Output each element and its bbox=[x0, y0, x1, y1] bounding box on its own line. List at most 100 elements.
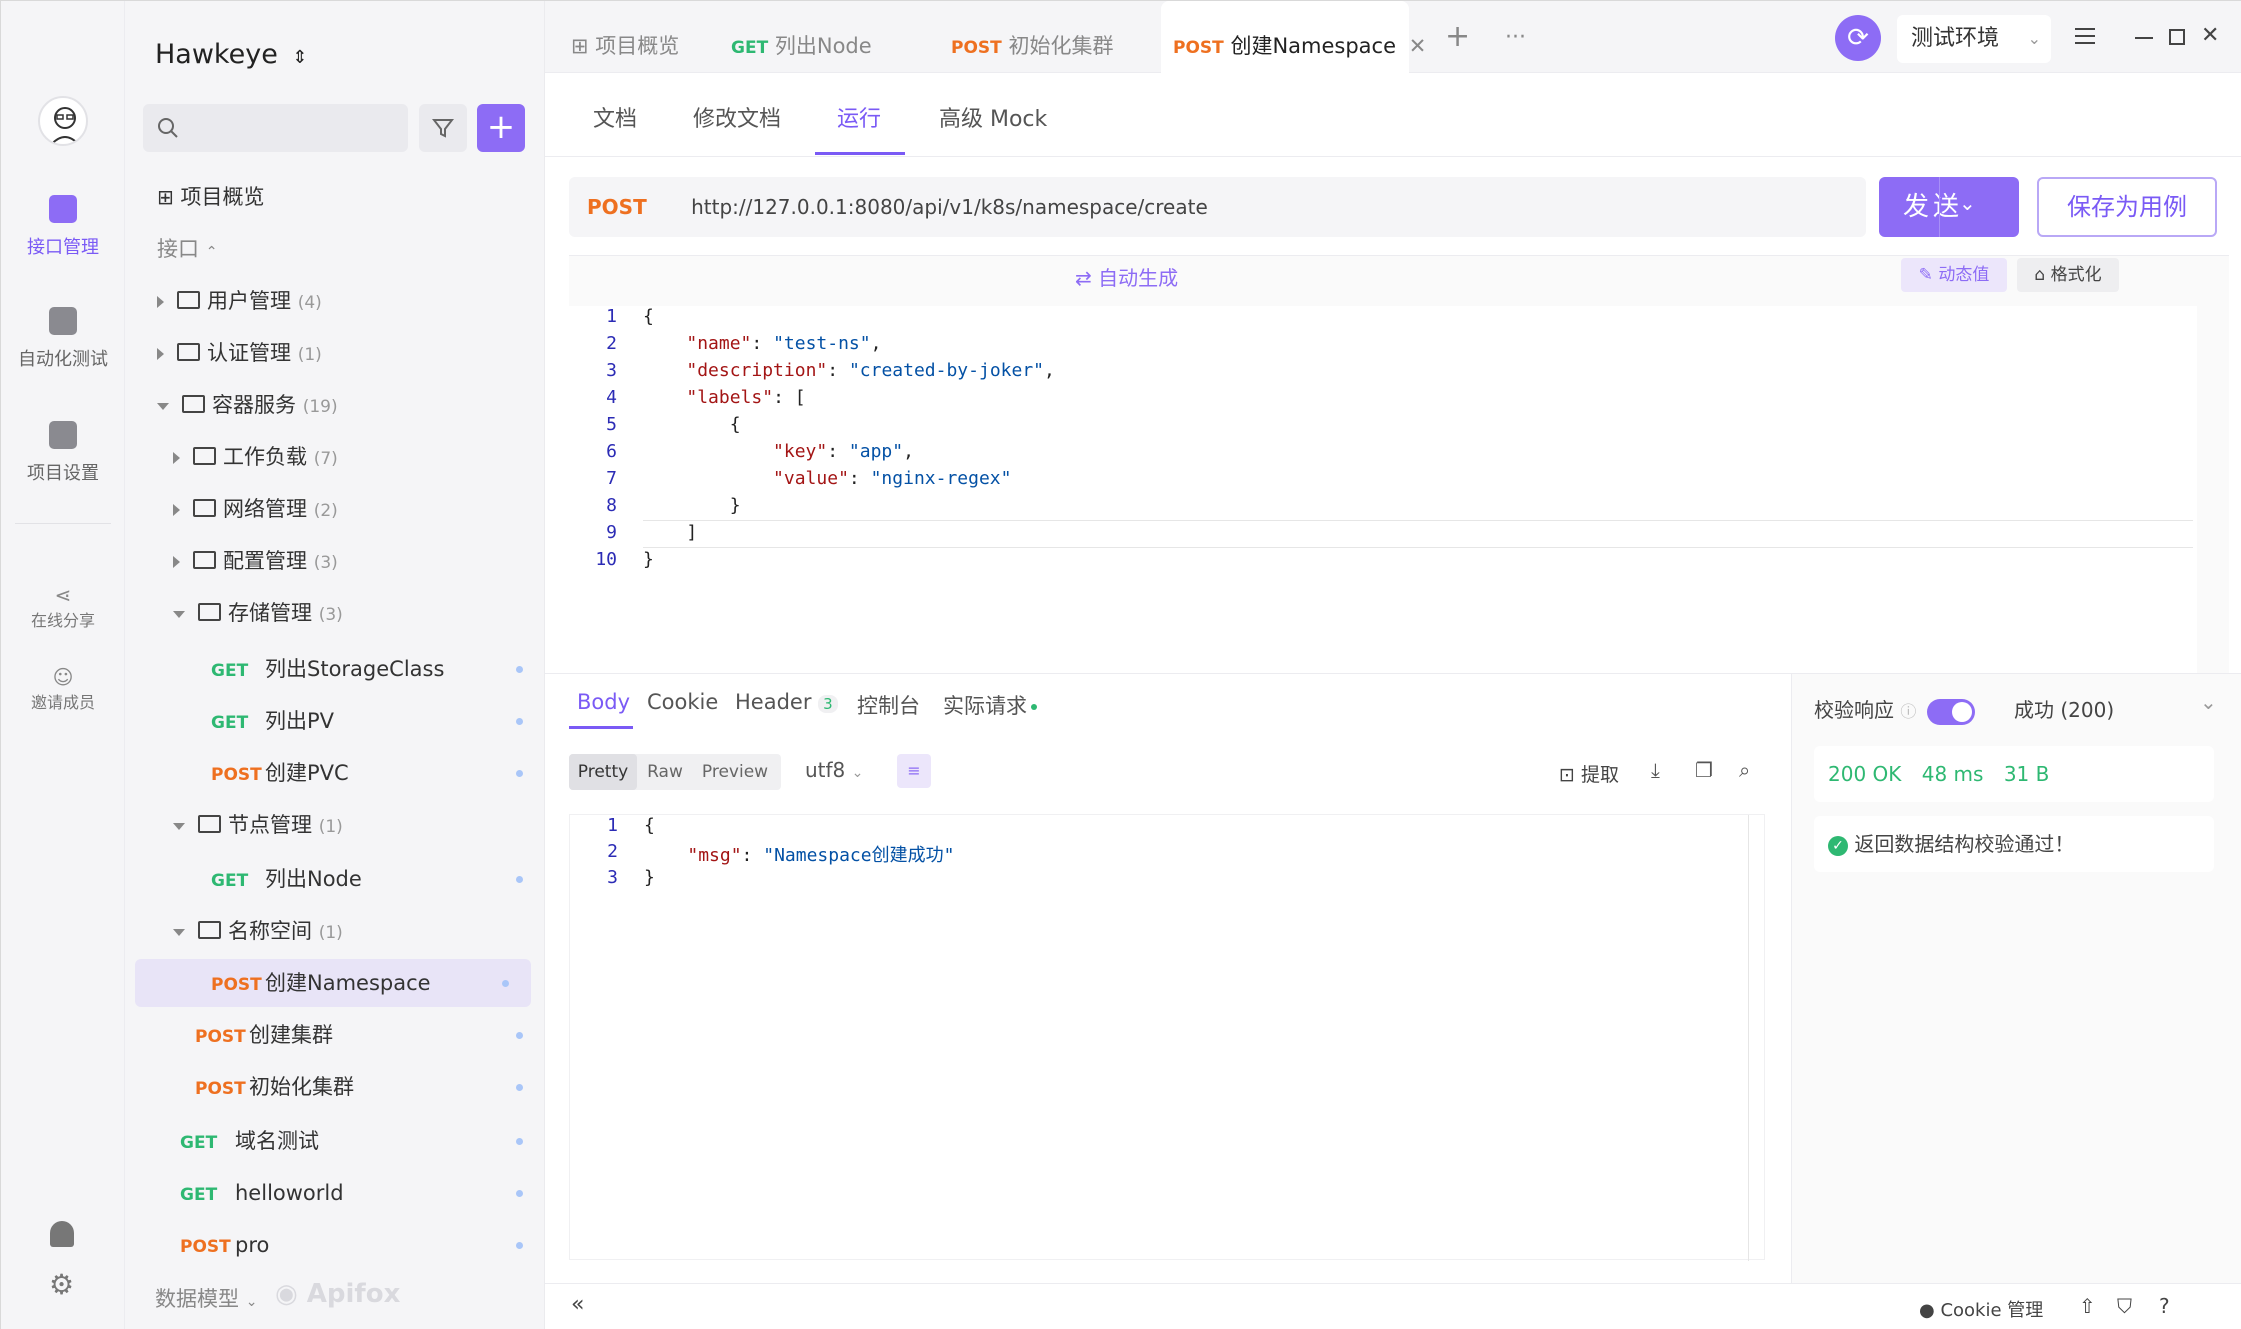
dynamic-value-button[interactable]: ✎ 动态值 bbox=[1901, 258, 2007, 292]
tree-endpoint-selected[interactable]: POST 创建Namespace bbox=[135, 959, 531, 1007]
copy-icon[interactable]: ❐ bbox=[1695, 758, 1713, 782]
tab-edit-doc[interactable]: 修改文档 bbox=[693, 101, 781, 133]
avatar[interactable] bbox=[38, 96, 88, 146]
endpoint-name: 列出PV bbox=[265, 709, 335, 733]
tree-folder[interactable]: 用户管理 (4) bbox=[125, 277, 545, 325]
validate-result-select[interactable]: 成功 (200) bbox=[2014, 694, 2114, 723]
search-icon[interactable]: ⌕ bbox=[1739, 758, 1750, 782]
rail-item-settings[interactable]: 项目设置 bbox=[1, 421, 125, 485]
url-bar[interactable]: POST http://127.0.0.1:8080/api/v1/k8s/na… bbox=[569, 177, 1866, 237]
view-preview[interactable]: Preview bbox=[693, 754, 777, 790]
tree-endpoint[interactable]: GET helloworld bbox=[125, 1169, 545, 1217]
response-body-viewer[interactable]: 1 2 3 { "msg": "Namespace创建成功" } bbox=[569, 814, 1765, 1261]
tab-run[interactable]: 运行 bbox=[837, 101, 881, 133]
tree-endpoint[interactable]: POST 创建PVC bbox=[125, 749, 545, 797]
tab-doc[interactable]: 文档 bbox=[593, 101, 637, 133]
tree-endpoint[interactable]: POST pro bbox=[125, 1221, 545, 1269]
more-tabs-button[interactable]: ··· bbox=[1505, 25, 1526, 50]
json-editor[interactable]: 1 2 3 4 5 6 7 8 9 10 { "name": "test-ns"… bbox=[569, 306, 2197, 674]
tree-endpoint[interactable]: GET 列出Node bbox=[125, 855, 545, 903]
shirt-icon[interactable]: ⛉ bbox=[2117, 1294, 2132, 1318]
resp-tab-cookie[interactable]: Cookie bbox=[647, 690, 718, 714]
data-model-toggle[interactable]: 数据模型 ⌄ bbox=[155, 1283, 257, 1313]
filter-button[interactable] bbox=[419, 104, 467, 152]
endpoint-name: 创建PVC bbox=[265, 761, 349, 785]
tree-endpoint[interactable]: GET 列出PV bbox=[125, 697, 545, 745]
tree-folder[interactable]: 网络管理 (2) bbox=[125, 485, 545, 533]
add-button[interactable]: + bbox=[477, 104, 525, 152]
add-tab-button[interactable]: + bbox=[1445, 19, 1470, 54]
encoding-select[interactable]: utf8 ⌄ bbox=[805, 758, 863, 782]
rail-item-api[interactable]: 接口管理 bbox=[1, 195, 125, 259]
save-as-case-button[interactable]: 保存为用例 bbox=[2037, 177, 2217, 237]
search-input[interactable] bbox=[143, 104, 408, 152]
resp-tab-body[interactable]: Body bbox=[577, 690, 630, 714]
view-raw[interactable]: Raw bbox=[637, 754, 693, 790]
collapse-left-icon[interactable]: « bbox=[571, 1292, 584, 1317]
cookie-manager-button[interactable]: ● Cookie 管理 bbox=[1919, 1296, 2043, 1322]
send-button[interactable]: 发送 bbox=[1879, 177, 2019, 237]
current-line-highlight bbox=[643, 520, 2193, 548]
url-input[interactable]: http://127.0.0.1:8080/api/v1/k8s/namespa… bbox=[691, 195, 1208, 219]
close-window-icon[interactable]: ✕ bbox=[2201, 23, 2219, 48]
scrollbar[interactable] bbox=[1748, 815, 1764, 1261]
download-icon[interactable]: ⤓ bbox=[1651, 758, 1660, 782]
tree-folder[interactable]: 节点管理 (1) bbox=[125, 801, 545, 849]
chevron-down-icon[interactable]: ⌄ bbox=[2200, 690, 2217, 714]
share-button[interactable]: ⋖ 在线分享 bbox=[1, 583, 125, 631]
tab-list-node[interactable]: GET 列出Node bbox=[731, 1, 872, 73]
tree-overview[interactable]: ⊞ 项目概览 bbox=[125, 173, 545, 221]
project-switcher[interactable]: Hawkeye ⇕ bbox=[155, 39, 308, 70]
env-select[interactable]: 测试环境 ⌄ bbox=[1897, 15, 2051, 63]
tree-api-header[interactable]: 接口 ⌃ bbox=[125, 225, 545, 273]
view-pretty[interactable]: Pretty bbox=[569, 754, 637, 790]
code-line: "labels": [ bbox=[686, 387, 806, 408]
tree-folder[interactable]: 存储管理 (3) bbox=[125, 589, 545, 637]
method-badge: GET bbox=[180, 1185, 218, 1205]
format-label: 格式化 bbox=[2050, 265, 2102, 285]
chevron-down-icon: ⌄ bbox=[245, 1294, 258, 1310]
encoding-label: utf8 bbox=[805, 758, 846, 782]
active-tab-underline bbox=[815, 152, 905, 155]
wrap-lines-icon[interactable]: ≡ bbox=[897, 754, 931, 788]
tree-endpoint[interactable]: POST 创建集群 bbox=[125, 1011, 545, 1059]
auto-generate-button[interactable]: ⇄ 自动生成 bbox=[1075, 262, 1178, 291]
resp-tab-console[interactable]: 控制台 bbox=[857, 690, 920, 720]
tree-folder[interactable]: 工作负载 (7) bbox=[125, 433, 545, 481]
format-button[interactable]: ⌂ 格式化 bbox=[2017, 258, 2119, 292]
tree-endpoint[interactable]: GET 域名测试 bbox=[125, 1117, 545, 1165]
send-split-divider bbox=[1939, 177, 1940, 237]
tree-folder[interactable]: 名称空间 (1) bbox=[125, 907, 545, 955]
tree-folder[interactable]: 容器服务 (19) bbox=[125, 381, 545, 429]
resp-tab-header[interactable]: Header 3 bbox=[735, 690, 838, 714]
validate-toggle[interactable] bbox=[1926, 698, 1975, 725]
tab-init-cluster[interactable]: POST 初始化集群 bbox=[951, 1, 1113, 73]
invite-button[interactable]: ☺ 邀请成员 bbox=[1, 665, 125, 713]
folder-name: 节点管理 bbox=[228, 813, 313, 837]
sync-button[interactable]: ⟳ bbox=[1835, 15, 1881, 61]
tab-create-namespace[interactable]: POST 创建Namespace ✕ bbox=[1161, 1, 1426, 73]
resp-tab-actual-request[interactable]: 实际请求 bbox=[943, 690, 1037, 720]
chevron-down-icon[interactable]: ⌄ bbox=[1959, 191, 1976, 215]
maximize-icon[interactable] bbox=[2169, 29, 2185, 45]
close-icon[interactable]: ✕ bbox=[1409, 34, 1427, 58]
rail-item-autotest[interactable]: 自动化测试 bbox=[1, 307, 125, 371]
tab-overview[interactable]: ⊞ 项目概览 bbox=[571, 1, 679, 73]
help-icon[interactable]: ? bbox=[2159, 1294, 2170, 1318]
view-mode-segment: Pretty Raw Preview bbox=[569, 754, 781, 790]
tree-folder[interactable]: 配置管理 (3) bbox=[125, 537, 545, 585]
extract-button[interactable]: ⊡ 提取 bbox=[1559, 760, 1619, 787]
minimize-icon[interactable] bbox=[2135, 37, 2153, 39]
endpoint-name: 创建集群 bbox=[249, 1023, 333, 1047]
gear-icon[interactable]: ⚙ bbox=[49, 1271, 74, 1299]
method-select[interactable]: POST bbox=[587, 195, 647, 219]
upload-icon[interactable]: ⇧ bbox=[2079, 1294, 2096, 1318]
tree-folder[interactable]: 认证管理 (1) bbox=[125, 329, 545, 377]
bell-icon[interactable] bbox=[50, 1221, 74, 1247]
tree-endpoint[interactable]: POST 初始化集群 bbox=[125, 1063, 545, 1111]
tab-mock[interactable]: 高级 Mock bbox=[939, 101, 1047, 133]
dynamic-label: 动态值 bbox=[1938, 265, 1990, 285]
menu-icon[interactable] bbox=[2075, 28, 2095, 44]
tree-endpoint[interactable]: GET 列出StorageClass bbox=[125, 645, 545, 693]
line-number: 8 bbox=[606, 495, 617, 516]
